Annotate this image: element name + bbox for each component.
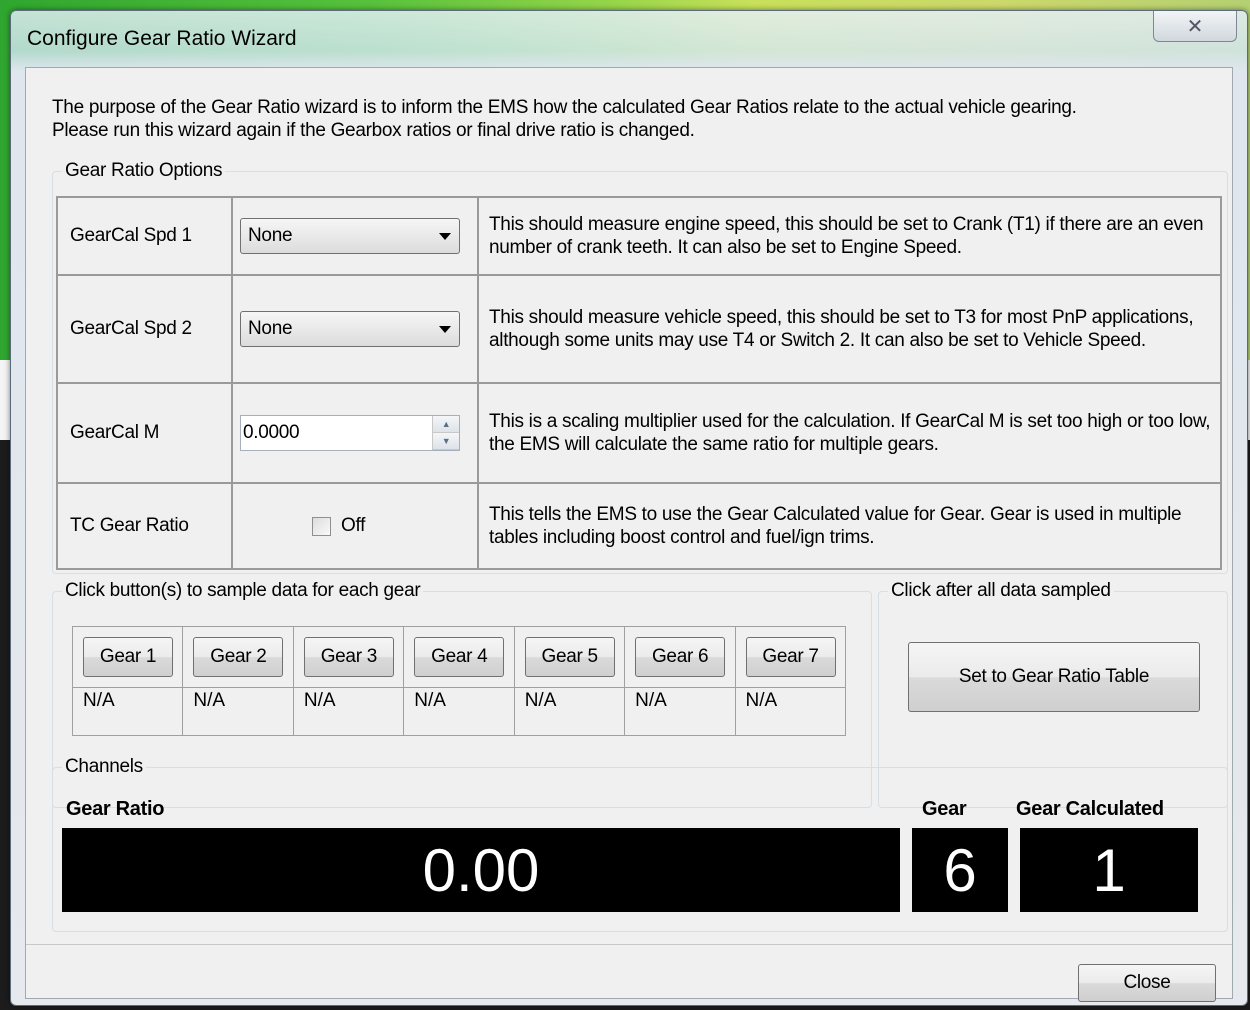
option-description: This should measure engine speed, this s…	[477, 196, 1222, 276]
option-description: This tells the EMS to use the Gear Calcu…	[477, 482, 1222, 570]
option-row-gearcal-m: GearCal M 0.0000 ▲ ▼ This is a scaling m…	[56, 382, 1222, 484]
option-row-tc-gear-ratio: TC Gear Ratio Off This tells the EMS to …	[56, 482, 1222, 570]
option-row-gearcal-spd2: GearCal Spd 2 None This should measure v…	[56, 274, 1222, 384]
option-row-gearcal-spd1: GearCal Spd 1 None This should measure e…	[56, 196, 1222, 276]
caret-down-icon	[439, 232, 451, 240]
gearcal-spd1-select[interactable]: None	[240, 218, 460, 254]
gear-5-button[interactable]: Gear 5	[524, 637, 615, 677]
close-button[interactable]: Close	[1078, 964, 1216, 1002]
gear-5-value: N/A	[513, 687, 626, 736]
gear-1-value: N/A	[71, 687, 184, 736]
option-description: This is a scaling multiplier used for th…	[477, 382, 1222, 484]
select-value: None	[248, 225, 293, 246]
gear-calculated-label: Gear Calculated	[1016, 798, 1164, 820]
gearcal-m-spinbox[interactable]: 0.0000 ▲ ▼	[240, 415, 460, 451]
option-label: GearCal Spd 1	[56, 196, 233, 276]
gear-ratio-wizard-window: Configure Gear Ratio Wizard ✕ The purpos…	[10, 10, 1248, 1006]
tc-gear-ratio-checkbox[interactable]: Off	[240, 515, 476, 537]
dialog-client-area: The purpose of the Gear Ratio wizard is …	[25, 67, 1233, 1002]
gear-4-value: N/A	[403, 687, 515, 736]
gearcal-spd2-select[interactable]: None	[240, 311, 460, 347]
select-value: None	[248, 318, 293, 339]
gear-ratio-options-legend: Gear Ratio Options	[65, 160, 223, 181]
gear-2-button[interactable]: Gear 2	[193, 637, 284, 677]
checkbox-box[interactable]	[312, 516, 331, 536]
apply-legend: Click after all data sampled	[891, 580, 1111, 601]
close-icon: ✕	[1186, 15, 1204, 38]
gear-display: 6	[912, 828, 1008, 912]
caret-down-icon	[439, 325, 451, 333]
window-title: Configure Gear Ratio Wizard	[27, 27, 297, 50]
gear-ratio-display: 0.00	[62, 828, 900, 912]
footer-divider	[26, 944, 1232, 945]
gear-6-button[interactable]: Gear 6	[635, 637, 726, 677]
gear-3-button[interactable]: Gear 3	[303, 637, 394, 677]
gear-sampling-legend: Click button(s) to sample data for each …	[65, 580, 421, 601]
window-close-button[interactable]: ✕	[1153, 11, 1237, 42]
spin-up-icon[interactable]: ▲	[433, 416, 459, 433]
gear-4-button[interactable]: Gear 4	[414, 637, 505, 677]
channels-legend: Channels	[65, 756, 143, 777]
option-label: TC Gear Ratio	[56, 482, 233, 570]
option-label: GearCal M	[56, 382, 233, 484]
gear-6-value: N/A	[624, 687, 736, 736]
gear-ratio-options-table: GearCal Spd 1 None This should measure e…	[56, 196, 1222, 570]
gear-3-value: N/A	[292, 687, 405, 736]
intro-line-1: The purpose of the Gear Ratio wizard is …	[52, 97, 1077, 118]
gear-7-button[interactable]: Gear 7	[745, 637, 836, 677]
gear-calculated-display: 1	[1020, 828, 1198, 912]
gear-1-button[interactable]: Gear 1	[83, 637, 173, 677]
checkbox-label: Off	[341, 515, 366, 536]
spin-down-icon[interactable]: ▼	[433, 433, 459, 450]
option-description: This should measure vehicle speed, this …	[477, 274, 1222, 384]
spinbox-value: 0.0000	[243, 422, 300, 443]
option-label: GearCal Spd 2	[56, 274, 233, 384]
gear-7-value: N/A	[734, 687, 847, 736]
gear-sampling-table: Gear 1 Gear 2 Gear 3 Gear 4 Gear 5 Gear …	[71, 626, 847, 736]
gear-ratio-label: Gear Ratio	[66, 798, 165, 820]
intro-text: The purpose of the Gear Ratio wizard is …	[52, 96, 1077, 142]
gear-2-value: N/A	[182, 687, 294, 736]
gear-label: Gear	[922, 798, 967, 820]
set-to-gear-ratio-table-button[interactable]: Set to Gear Ratio Table	[908, 642, 1200, 712]
intro-line-2: Please run this wizard again if the Gear…	[52, 120, 695, 141]
